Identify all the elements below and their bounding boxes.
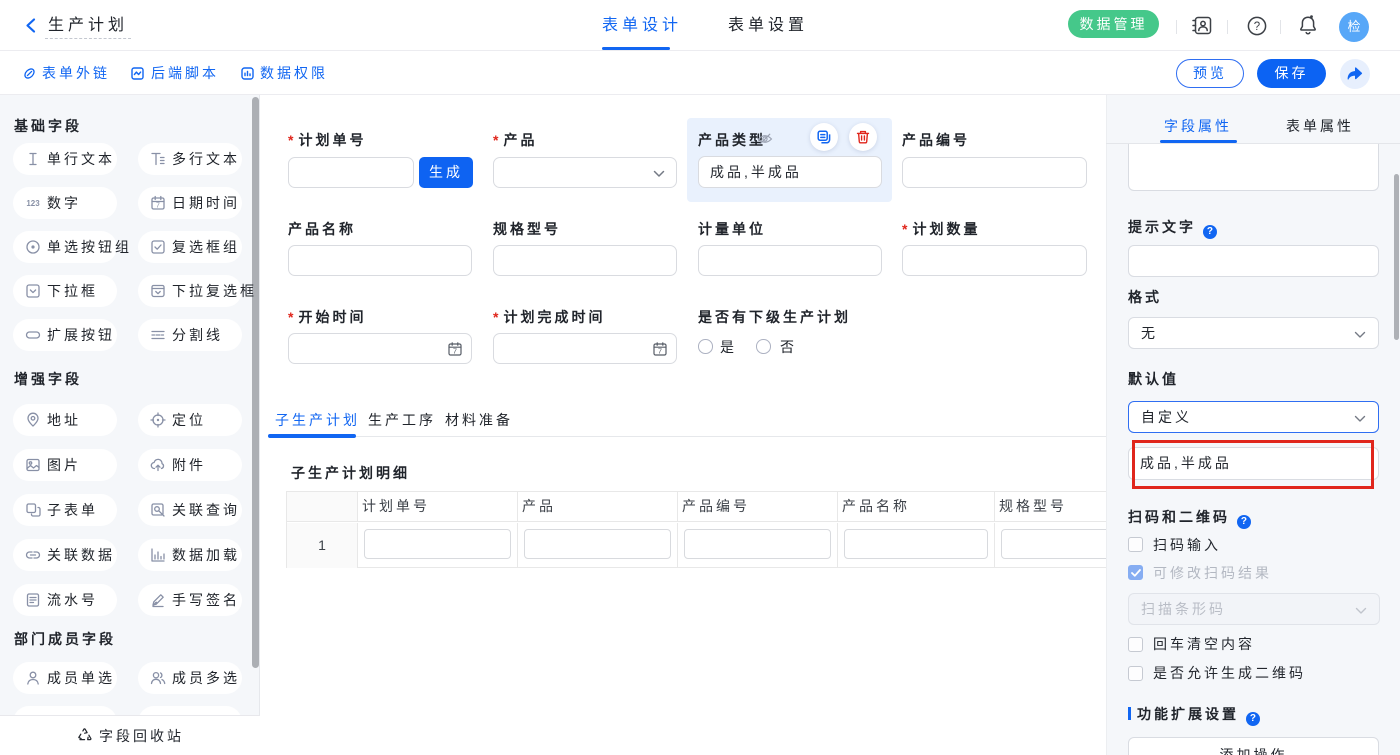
svg-text:7: 7 <box>453 347 457 356</box>
svg-text:?: ? <box>1254 21 1260 33</box>
svg-text:7: 7 <box>658 347 662 356</box>
svg-text:7: 7 <box>156 203 160 210</box>
svg-text:123: 123 <box>26 199 40 208</box>
